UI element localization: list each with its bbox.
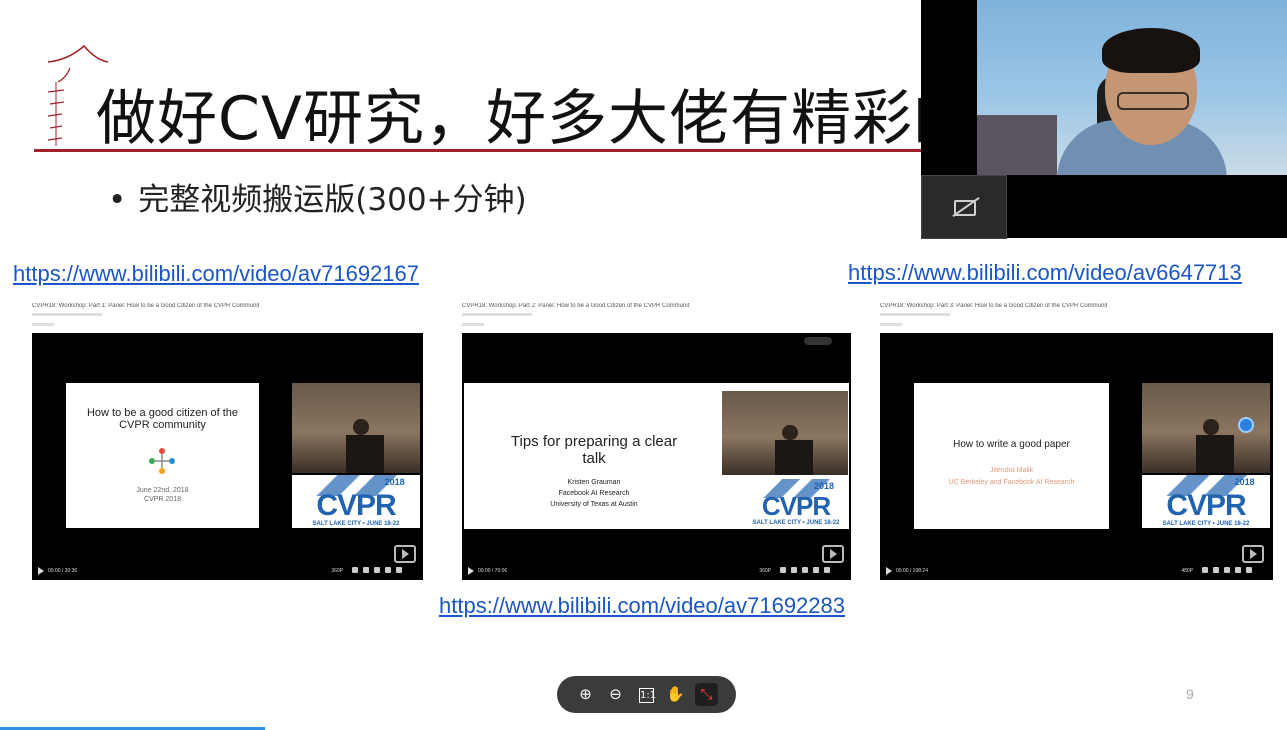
thumbnail-meta — [462, 323, 484, 326]
video-time: 00:00 / 70:06 — [478, 568, 508, 574]
viewer-toolbar: ⊕ ⊖ 1:1 ✋ ⤡ — [557, 676, 736, 713]
play-icon[interactable] — [38, 567, 44, 575]
page-number: 9 — [1186, 686, 1194, 702]
camera-off-tile[interactable] — [921, 175, 1007, 239]
slide-card-affiliation: UC Berkeley and Facebook AI Research — [948, 479, 1075, 486]
collapse-icon[interactable]: ⤡ — [695, 683, 718, 706]
quality-label[interactable]: 480P — [1181, 568, 1193, 574]
video-player[interactable]: Tips for preparing a clear talk Kristen … — [462, 333, 851, 580]
speaker-camera — [292, 383, 420, 473]
slide-title: 做好CV研究，好多大佬有精彩的 — [96, 84, 974, 154]
title-divider — [34, 149, 934, 152]
presentation-slide: How to write a good paper Jitendra Malik… — [914, 383, 1109, 529]
slide-card-date: June 22nd, 2018 — [136, 487, 189, 494]
quality-label[interactable]: 360P — [759, 568, 771, 574]
bullet-dot: • — [108, 182, 127, 218]
player-icons[interactable] — [347, 567, 417, 574]
follow-badge[interactable] — [804, 337, 832, 345]
video-thumbnail-1[interactable]: CVPR18: Workshop: Part 1: Panel: How to … — [32, 303, 423, 580]
cvpr-city: SALT LAKE CITY • JUNE 18-22 — [752, 520, 840, 527]
cvpr-logo: 2018 CVPR SALT LAKE CITY • JUNE 18-22 — [1142, 475, 1270, 528]
video-play-icon[interactable] — [394, 545, 416, 563]
slide-card-title: Tips for preparing a clear talk — [510, 433, 678, 467]
link-left[interactable]: https://www.bilibili.com/video/av7169216… — [13, 261, 419, 287]
presenter-webcam[interactable] — [977, 0, 1287, 175]
video-thumbnail-2[interactable]: CVPR18: Workshop: Part 2: Panel: How to … — [462, 303, 851, 580]
play-icon[interactable] — [886, 567, 892, 575]
quality-label[interactable]: 360P — [331, 568, 343, 574]
zoom-in-icon[interactable]: ⊕ — [574, 683, 597, 706]
thumbnail-meta — [32, 313, 102, 316]
video-controls[interactable]: 00:00 / 30:36 360P — [36, 566, 419, 576]
cvpr-logo: 2018 CVPR SALT LAKE CITY • JUNE 18-22 — [746, 479, 846, 527]
cvpr-city: SALT LAKE CITY • JUNE 18-22 — [1162, 520, 1250, 527]
player-icons[interactable] — [1197, 567, 1267, 574]
cvpr-year: 2018 — [1234, 477, 1255, 488]
player-icons[interactable] — [775, 567, 845, 574]
video-controls[interactable]: 00:00 / 108:24 480P — [884, 566, 1269, 576]
speaker-camera — [722, 391, 848, 475]
slide-card-author: Jitendra Malik — [989, 467, 1034, 474]
slide-card-title: How to be a good citizen of the CVPR com… — [86, 407, 239, 431]
camera-off-icon — [954, 200, 976, 216]
cvpr-word: CVPR — [316, 488, 396, 522]
cvpr-year: 2018 — [813, 480, 834, 491]
presentation-slide: How to be a good citizen of the CVPR com… — [66, 383, 259, 528]
video-play-icon[interactable] — [1242, 545, 1264, 563]
cvpr-word: CVPR — [1166, 488, 1246, 522]
video-controls[interactable]: 00:00 / 70:06 360P — [466, 566, 847, 576]
slide-card-title: How to write a good paper — [953, 439, 1070, 450]
community-logo-icon — [149, 448, 175, 474]
video-thumbnail-3[interactable]: CVPR18: Workshop: Part 3: Panel: How to … — [880, 303, 1273, 580]
slide-card-author: Kristen Grauman — [567, 479, 621, 486]
thumbnail-meta — [880, 313, 950, 316]
thumbnail-header: CVPR18: Workshop: Part 3: Panel: How to … — [880, 303, 1108, 309]
thumbnail-meta — [880, 323, 902, 326]
video-time: 00:00 / 108:24 — [896, 568, 928, 574]
thumbnail-header: CVPR18: Workshop: Part 1: Panel: How to … — [32, 303, 260, 309]
cvpr-word: CVPR — [761, 491, 831, 522]
bullet-text: 完整视频搬运版(300+分钟) — [138, 182, 527, 218]
bullet-item: • 完整视频搬运版(300+分钟) — [108, 174, 527, 219]
video-play-icon[interactable] — [822, 545, 844, 563]
thumbnail-meta — [462, 313, 532, 316]
link-center[interactable]: https://www.bilibili.com/video/av7169228… — [439, 593, 845, 619]
video-time: 00:00 / 30:36 — [48, 568, 78, 574]
thumbnail-meta — [32, 323, 54, 326]
cvpr-logo: 2018 CVPR SALT LAKE CITY • JUNE 18-22 — [292, 475, 420, 528]
actual-size-icon[interactable]: 1:1 — [639, 688, 656, 703]
video-player[interactable]: How to write a good paper Jitendra Malik… — [880, 333, 1273, 580]
cursor-highlight-icon — [1238, 417, 1254, 433]
slide-card-affiliation: University of Texas at Austin — [550, 501, 638, 508]
slide-card-event: CVPR 2018 — [144, 496, 181, 503]
cvpr-year: 2018 — [384, 477, 405, 488]
slide-card-affiliation: Facebook AI Research — [558, 490, 630, 497]
pan-hand-icon[interactable]: ✋ — [664, 683, 687, 706]
video-player[interactable]: How to be a good citizen of the CVPR com… — [32, 333, 423, 580]
cvpr-city: SALT LAKE CITY • JUNE 18-22 — [312, 520, 400, 527]
play-icon[interactable] — [468, 567, 474, 575]
zoom-out-icon[interactable]: ⊖ — [604, 683, 627, 706]
thumbnail-header: CVPR18: Workshop: Part 2: Panel: How to … — [462, 303, 690, 309]
link-right[interactable]: https://www.bilibili.com/video/av6647713 — [848, 260, 1242, 286]
